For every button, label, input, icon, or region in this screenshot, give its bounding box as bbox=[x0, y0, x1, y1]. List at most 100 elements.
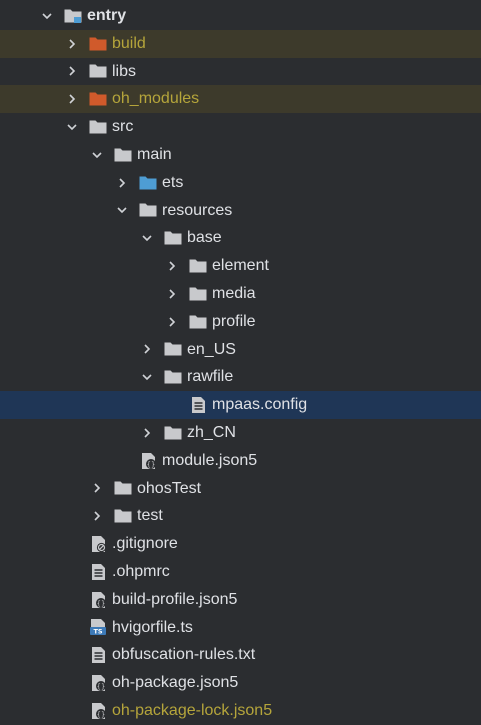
folder-icon bbox=[112, 502, 134, 530]
chevron-right-icon[interactable] bbox=[115, 169, 129, 197]
ignore-file-icon bbox=[87, 530, 109, 558]
tree-item-label: zh_CN bbox=[187, 423, 236, 441]
chevron-down-icon[interactable] bbox=[140, 224, 154, 252]
tree-item-label: module.json5 bbox=[162, 451, 258, 469]
json5-file-icon: {} bbox=[87, 669, 109, 697]
tree-item-label: libs bbox=[112, 62, 137, 80]
tree-row-mpaas-config[interactable]: mpaas.config bbox=[0, 391, 481, 419]
tree-row-src[interactable]: src bbox=[0, 113, 481, 141]
tree-item-label: hvigorfile.ts bbox=[112, 618, 193, 636]
chevron-right-icon[interactable] bbox=[90, 475, 104, 503]
chevron-down-icon[interactable] bbox=[65, 113, 79, 141]
chevron-right-icon[interactable] bbox=[65, 30, 79, 58]
folder-icon bbox=[112, 475, 134, 503]
ts-file-icon: TS bbox=[87, 614, 109, 642]
tree-row-libs[interactable]: libs bbox=[0, 58, 481, 86]
chevron-right-icon[interactable] bbox=[165, 252, 179, 280]
chevron-right-icon[interactable] bbox=[65, 85, 79, 113]
tree-item-label: ets bbox=[162, 173, 184, 191]
tree-row-test[interactable]: test bbox=[0, 502, 481, 530]
text-file-icon bbox=[87, 558, 109, 586]
folder-icon bbox=[162, 363, 184, 391]
chevron-right-icon[interactable] bbox=[165, 308, 179, 336]
folder-icon bbox=[187, 308, 209, 336]
svg-text:{}: {} bbox=[147, 460, 156, 468]
svg-text:{}: {} bbox=[97, 599, 106, 607]
folder-icon bbox=[137, 197, 159, 225]
tree-item-label: oh-package-lock.json5 bbox=[112, 701, 273, 719]
folder-icon bbox=[162, 336, 184, 364]
json5-file-icon: {} bbox=[87, 586, 109, 614]
tree-item-label: main bbox=[137, 145, 172, 163]
source-folder-icon bbox=[137, 169, 159, 197]
chevron-right-icon[interactable] bbox=[140, 419, 154, 447]
chevron-right-icon[interactable] bbox=[165, 280, 179, 308]
chevron-down-icon[interactable] bbox=[115, 197, 129, 225]
text-file-icon bbox=[87, 641, 109, 669]
tree-item-label: profile bbox=[212, 312, 256, 330]
chevron-down-icon[interactable] bbox=[40, 2, 54, 30]
tree-item-label: src bbox=[112, 118, 134, 136]
tree-row-obfuscation-rules-txt[interactable]: obfuscation-rules.txt bbox=[0, 641, 481, 669]
tree-item-label: oh_modules bbox=[112, 90, 200, 108]
tree-row-hvigorfile-ts[interactable]: TS hvigorfile.ts bbox=[0, 614, 481, 642]
json5-file-icon: {} bbox=[87, 697, 109, 725]
folder-icon bbox=[187, 252, 209, 280]
tree-item-label: base bbox=[187, 229, 222, 247]
tree-item-label: resources bbox=[162, 201, 233, 219]
folder-icon bbox=[187, 280, 209, 308]
tree-row-oh-package-json5[interactable]: {} oh-package.json5 bbox=[0, 669, 481, 697]
tree-row-profile[interactable]: profile bbox=[0, 308, 481, 336]
json5-file-icon: {} bbox=[137, 447, 159, 475]
tree-item-label: build-profile.json5 bbox=[112, 590, 238, 608]
tree-item-label: oh-package.json5 bbox=[112, 674, 239, 692]
folder-icon bbox=[87, 58, 109, 86]
excluded-folder-icon bbox=[87, 30, 109, 58]
tree-row-oh-package-lock-json5[interactable]: {} oh-package-lock.json5 bbox=[0, 697, 481, 725]
tree-row-build-profile-json5[interactable]: {} build-profile.json5 bbox=[0, 586, 481, 614]
module-folder-icon bbox=[62, 2, 84, 30]
tree-row-element[interactable]: element bbox=[0, 252, 481, 280]
tree-item-label: build bbox=[112, 34, 146, 52]
tree-row-ohpmrc[interactable]: .ohpmrc bbox=[0, 558, 481, 586]
tree-item-label: rawfile bbox=[187, 368, 234, 386]
tree-row-en-us[interactable]: en_US bbox=[0, 336, 481, 364]
tree-row-gitignore[interactable]: .gitignore bbox=[0, 530, 481, 558]
svg-text:{}: {} bbox=[97, 710, 106, 718]
tree-row-oh-modules[interactable]: oh_modules bbox=[0, 85, 481, 114]
folder-icon bbox=[112, 141, 134, 169]
tree-item-label: en_US bbox=[187, 340, 236, 358]
folder-icon bbox=[162, 224, 184, 252]
tree-row-resources[interactable]: resources bbox=[0, 197, 481, 225]
tree-row-main[interactable]: main bbox=[0, 141, 481, 169]
tree-row-build[interactable]: build bbox=[0, 29, 481, 58]
project-tree: entry build libs oh_modulessrc main ets resour… bbox=[0, 0, 481, 722]
tree-row-ohostest[interactable]: ohosTest bbox=[0, 475, 481, 503]
tree-row-rawfile[interactable]: rawfile bbox=[0, 363, 481, 391]
tree-item-label: test bbox=[137, 507, 163, 525]
svg-text:{}: {} bbox=[97, 683, 106, 691]
tree-row-base[interactable]: base bbox=[0, 224, 481, 252]
excluded-folder-icon bbox=[87, 85, 109, 113]
tree-row-zh-cn[interactable]: zh_CN bbox=[0, 419, 481, 447]
chevron-right-icon[interactable] bbox=[90, 502, 104, 530]
tree-item-label: .gitignore bbox=[112, 535, 178, 553]
folder-icon bbox=[162, 419, 184, 447]
tree-row-media[interactable]: media bbox=[0, 280, 481, 308]
tree-item-label: .ohpmrc bbox=[112, 562, 170, 580]
text-file-icon bbox=[187, 391, 209, 419]
chevron-down-icon[interactable] bbox=[140, 363, 154, 391]
chevron-down-icon[interactable] bbox=[90, 141, 104, 169]
tree-item-label: element bbox=[212, 257, 269, 275]
chevron-right-icon[interactable] bbox=[140, 336, 154, 364]
tree-row-ets[interactable]: ets bbox=[0, 169, 481, 197]
tree-item-label: media bbox=[212, 284, 256, 302]
tree-item-label: mpaas.config bbox=[212, 396, 308, 414]
svg-text:TS: TS bbox=[93, 628, 102, 636]
tree-row-module-json5[interactable]: {} module.json5 bbox=[0, 447, 481, 475]
tree-item-label: entry bbox=[87, 7, 127, 24]
folder-icon bbox=[87, 113, 109, 141]
chevron-right-icon[interactable] bbox=[65, 58, 79, 86]
tree-item-label: obfuscation-rules.txt bbox=[112, 646, 256, 664]
tree-row-entry[interactable]: entry bbox=[0, 2, 481, 30]
